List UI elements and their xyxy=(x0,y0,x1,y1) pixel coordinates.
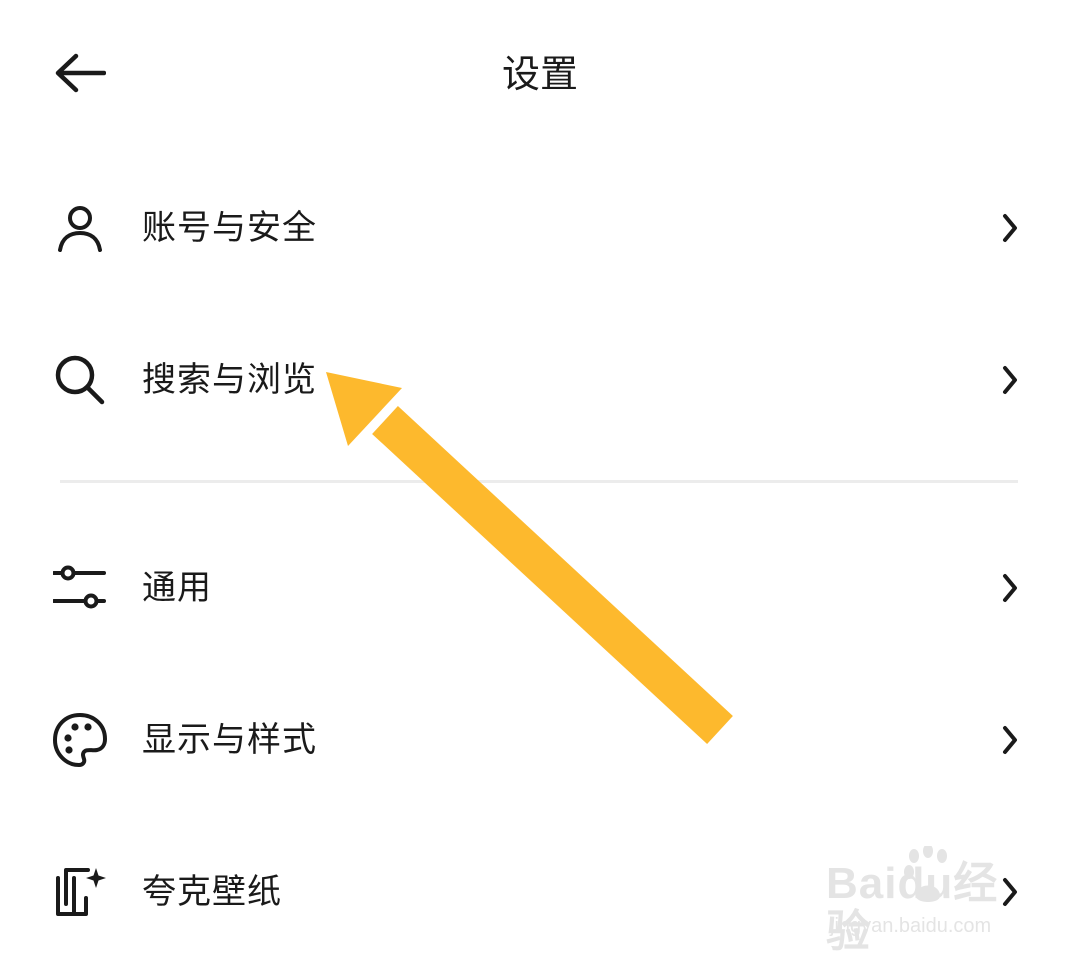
settings-item-label: 夸克壁纸 xyxy=(142,872,282,912)
chevron-right-icon xyxy=(996,572,1024,604)
search-icon xyxy=(52,352,108,408)
settings-item-general[interactable]: 通用 xyxy=(0,528,1080,648)
chevron-right-icon xyxy=(996,364,1024,396)
settings-item-label: 搜索与浏览 xyxy=(142,360,317,400)
settings-item-label: 显示与样式 xyxy=(142,720,317,760)
settings-item-display-style[interactable]: 显示与样式 xyxy=(0,680,1080,800)
watermark-brand: Baidu经验 xyxy=(826,859,999,956)
settings-item-label: 账号与安全 xyxy=(142,208,317,248)
chevron-right-icon xyxy=(996,724,1024,756)
watermark: Baidu经验 jingyan.baidu.com xyxy=(826,846,1026,956)
settings-list: 账号与安全 搜索与浏览 通用 显示与样式 夸克壁纸 xyxy=(0,0,1080,964)
wallpaper-icon xyxy=(52,864,108,920)
palette-icon xyxy=(52,712,108,768)
sliders-icon xyxy=(52,560,108,616)
watermark-url: jingyan.baidu.com xyxy=(830,915,992,937)
settings-item-search-browse[interactable]: 搜索与浏览 xyxy=(0,320,1080,440)
section-divider xyxy=(60,480,1018,483)
chevron-right-icon xyxy=(996,212,1024,244)
user-icon xyxy=(52,200,108,256)
settings-item-label: 通用 xyxy=(142,568,212,608)
settings-item-account-security[interactable]: 账号与安全 xyxy=(0,168,1080,288)
